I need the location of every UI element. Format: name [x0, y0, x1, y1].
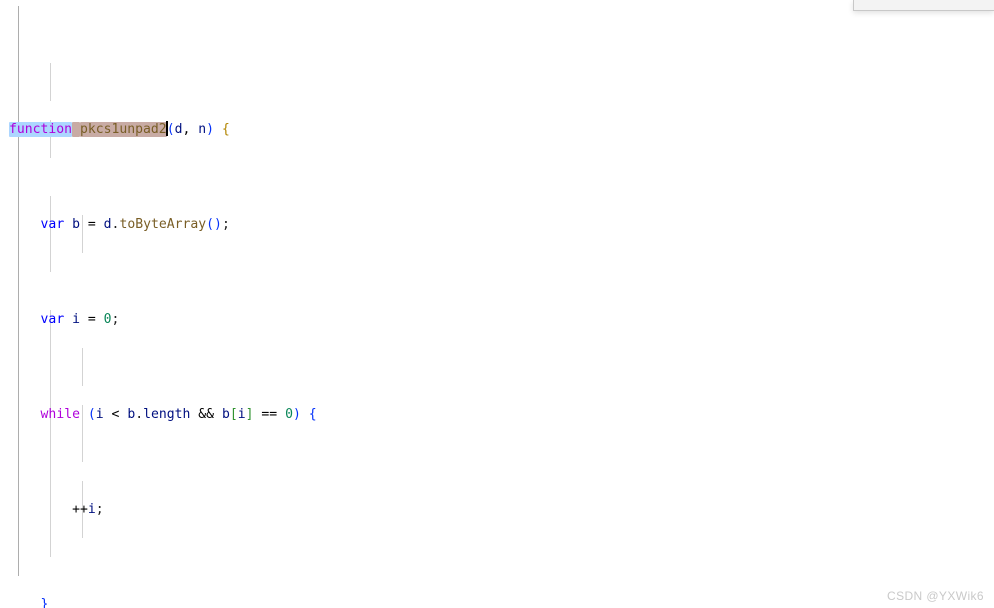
code-line-4[interactable]: while (i < b.length && b[i] == 0) {	[0, 405, 994, 424]
token-keyword-function: function	[9, 122, 73, 137]
indent-guide-level-1	[18, 6, 19, 576]
code-line-6[interactable]: }	[0, 595, 994, 608]
token-comma: ,	[182, 122, 199, 137]
token-param-n: n	[198, 122, 207, 137]
indent-guide-level-2-c	[50, 196, 51, 272]
code-line-1[interactable]: function pkcs1unpad2(d, n) {	[0, 120, 994, 139]
code-line-1-text: function pkcs1unpad2(d, n) {	[0, 120, 230, 139]
token-function-name: pkcs1unpad2	[79, 122, 167, 137]
code-line-5[interactable]: ++i;	[0, 500, 994, 519]
token-paren-open: (	[166, 122, 175, 137]
code-line-3[interactable]: var i = 0;	[0, 310, 994, 329]
code-editor[interactable]: function pkcs1unpad2(d, n) { var b = d.t…	[0, 0, 994, 608]
token-paren-close: )	[206, 122, 215, 137]
token-space-highlight	[72, 122, 80, 137]
code-line-2[interactable]: var b = d.toByteArray();	[0, 215, 994, 234]
token-brace-open-0: {	[221, 122, 230, 137]
popup-strip[interactable]	[853, 0, 994, 11]
code-surface[interactable]: function pkcs1unpad2(d, n) { var b = d.t…	[0, 0, 994, 608]
indent-guide-level-3-b	[82, 348, 83, 386]
watermark: CSDN @YXWik6	[887, 589, 984, 603]
indent-guide-level-2-a	[50, 63, 51, 101]
indent-guide-level-2-d	[50, 310, 51, 557]
